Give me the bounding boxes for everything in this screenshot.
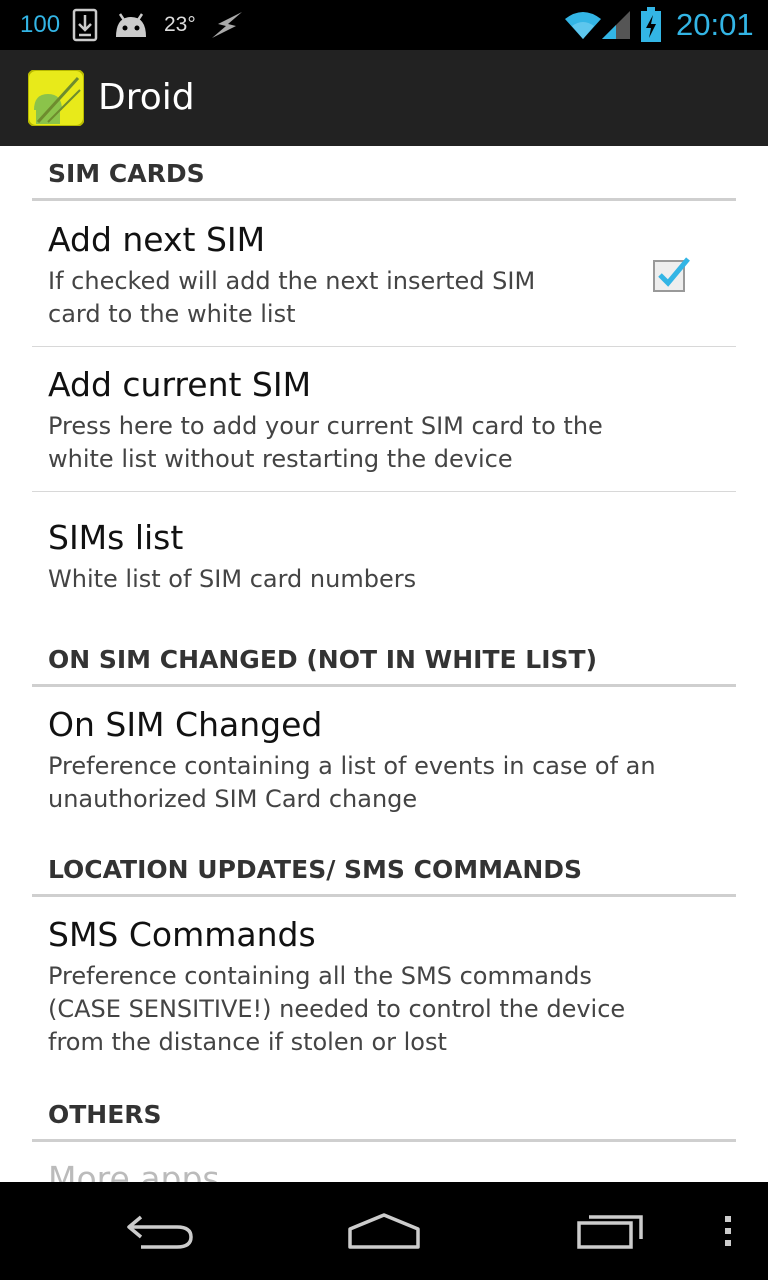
pref-summary-line: card to the white list: [48, 300, 296, 328]
temperature-text: 23°: [164, 13, 196, 36]
pref-title: Add next SIM: [48, 220, 266, 259]
pref-summary-line: White list of SIM card numbers: [48, 565, 417, 593]
category-header-sim-cards: SIM CARDS: [32, 146, 736, 201]
pref-add-current-sim[interactable]: Add current SIM Press here to add your c…: [32, 347, 736, 491]
navigation-bar: [0, 1182, 768, 1280]
pref-summary-line: (CASE SENSITIVE!) needed to control the …: [48, 995, 626, 1023]
pref-more-apps[interactable]: More apps: [48, 1159, 220, 1182]
pref-title: Add current SIM: [48, 365, 312, 404]
pref-summary-line: unauthorized SIM Card change: [48, 785, 418, 813]
pref-on-sim-changed[interactable]: On SIM Changed Preference containing a l…: [32, 687, 736, 827]
wifi-icon: [563, 0, 603, 50]
pref-sms-commands[interactable]: SMS Commands Preference containing all t…: [32, 897, 736, 1072]
flash-icon: [210, 0, 244, 50]
pref-summary-line: Press here to add your current SIM card …: [48, 412, 603, 440]
menu-icon[interactable]: [708, 1182, 748, 1280]
pref-summary-line: Preference containing all the SMS comman…: [48, 962, 592, 990]
clock: 20:01: [676, 7, 754, 42]
category-header-label: LOCATION UPDATES/ SMS COMMANDS: [48, 855, 583, 884]
download-icon: [72, 0, 98, 50]
action-bar: Droid: [0, 50, 768, 147]
pref-title: SIMs list: [48, 518, 184, 557]
category-header-others: OTHERS: [32, 1076, 736, 1142]
category-header-label: SIM CARDS: [48, 159, 205, 188]
battery-charging-icon: [640, 0, 662, 50]
pref-title: SMS Commands: [48, 915, 316, 954]
status-bar: 100 23° 20:01: [0, 0, 768, 50]
battery-level-text: 100: [20, 11, 61, 38]
pref-sims-list[interactable]: SIMs list White list of SIM card numbers: [32, 492, 736, 612]
pref-summary-line: Preference containing a list of events i…: [48, 752, 656, 780]
category-header-label: OTHERS: [48, 1100, 162, 1129]
category-header-location-updates: LOCATION UPDATES/ SMS COMMANDS: [32, 832, 736, 897]
home-icon[interactable]: [334, 1182, 434, 1280]
pref-summary-line: If checked will add the next inserted SI…: [48, 267, 536, 295]
android-icon: [112, 0, 150, 50]
back-icon[interactable]: [110, 1182, 210, 1280]
pref-summary-line: white list without restarting the device: [48, 445, 513, 473]
app-icon[interactable]: [27, 69, 85, 127]
signal-icon: [600, 0, 632, 50]
add-next-sim-checkbox[interactable]: [652, 255, 690, 292]
category-header-on-sim-changed: ON SIM CHANGED (NOT IN WHITE LIST): [32, 622, 736, 687]
pref-add-next-sim[interactable]: Add next SIM If checked will add the nex…: [32, 201, 736, 346]
recent-apps-icon[interactable]: [560, 1182, 660, 1280]
pref-summary-line: from the distance if stolen or lost: [48, 1028, 447, 1056]
category-header-label: ON SIM CHANGED (NOT IN WHITE LIST): [48, 645, 597, 674]
preferences-list[interactable]: SIM CARDS Add next SIM If checked will a…: [0, 146, 768, 1182]
pref-title: On SIM Changed: [48, 705, 323, 744]
app-title: Droid: [98, 77, 195, 118]
